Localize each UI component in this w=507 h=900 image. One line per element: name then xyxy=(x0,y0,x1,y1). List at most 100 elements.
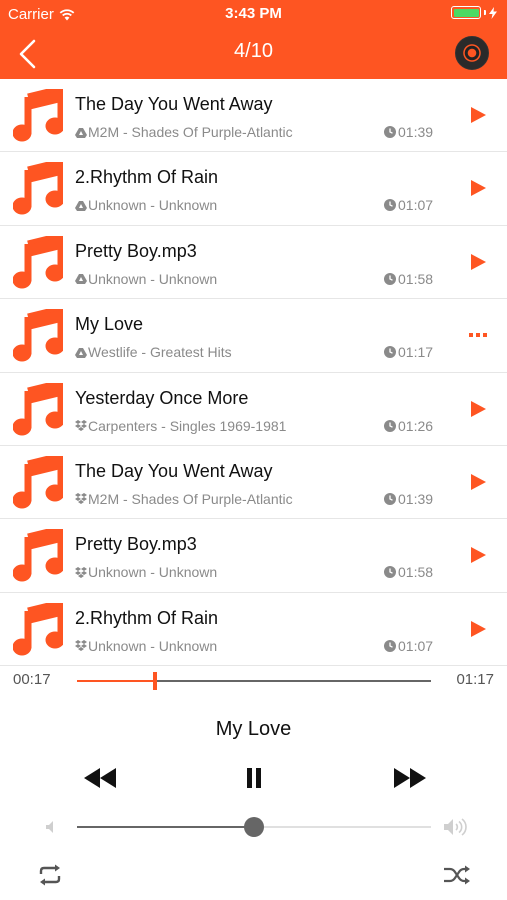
clock-icon xyxy=(384,639,396,652)
page-title: 4/10 xyxy=(234,40,273,62)
song-subtitle: M2M - Shades Of Purple-Atlantic xyxy=(75,124,293,140)
repeat-icon[interactable] xyxy=(37,864,63,886)
dropbox-icon xyxy=(75,566,87,578)
volume-fill xyxy=(77,826,254,828)
song-subtitle: Westlife - Greatest Hits xyxy=(75,344,232,360)
song-row[interactable]: 2.Rhythm Of Rain Unknown - Unknown 01:07 xyxy=(0,593,507,667)
music-note-icon xyxy=(13,382,63,436)
song-artist-album: M2M - Shades Of Purple-Atlantic xyxy=(88,124,293,140)
progress-fill xyxy=(77,680,155,682)
song-title: Pretty Boy.mp3 xyxy=(75,534,197,555)
total-time: 01:17 xyxy=(456,671,494,688)
next-icon[interactable] xyxy=(394,768,426,788)
status-time: 3:43 PM xyxy=(225,5,282,22)
status-bar: Carrier 3:43 PM xyxy=(0,0,507,28)
duration-text: 01:58 xyxy=(398,564,434,581)
dropbox-icon xyxy=(75,640,87,652)
play-icon[interactable] xyxy=(470,400,486,417)
duration-text: 01:39 xyxy=(398,490,434,507)
dropbox-icon xyxy=(75,420,87,432)
progress-track[interactable] xyxy=(77,672,431,690)
music-note-icon xyxy=(13,162,63,215)
song-subtitle: Unknown - Unknown xyxy=(75,564,217,580)
song-row[interactable]: My Love Westlife - Greatest Hits 01:17 xyxy=(0,299,507,373)
duration-text: 01:58 xyxy=(398,270,434,287)
song-artist-album: Westlife - Greatest Hits xyxy=(88,344,232,361)
music-note-icon xyxy=(13,89,63,142)
current-time: 00:17 xyxy=(13,671,51,688)
song-artist-album: Unknown - Unknown xyxy=(88,197,218,214)
clock-icon xyxy=(384,419,396,432)
clock-icon xyxy=(384,492,396,505)
play-icon[interactable] xyxy=(470,253,486,270)
song-duration: 01:58 xyxy=(384,564,433,580)
song-row[interactable]: Yesterday Once More Carpenters - Singles… xyxy=(0,373,507,446)
dropbox-icon xyxy=(75,493,87,505)
song-title: Yesterday Once More xyxy=(75,387,249,408)
song-duration: 01:39 xyxy=(384,491,433,507)
duration-text: 01:39 xyxy=(398,124,434,140)
volume-high-icon xyxy=(444,818,467,836)
song-title: 2.Rhythm Of Rain xyxy=(75,167,219,188)
cloud-drive-icon xyxy=(75,347,87,358)
play-icon[interactable] xyxy=(470,620,486,637)
song-list: The Day You Went Away M2M - Shades Of Pu… xyxy=(0,79,507,667)
shuffle-icon[interactable] xyxy=(443,864,471,886)
song-duration: 01:07 xyxy=(384,638,433,654)
song-artist-album: Unknown - Unknown xyxy=(88,270,218,287)
header: Carrier 3:43 PM 4/10 xyxy=(0,0,507,79)
volume-thumb[interactable] xyxy=(244,817,264,837)
nav-bar: 4/10 xyxy=(0,28,507,79)
previous-icon[interactable] xyxy=(84,768,116,788)
music-note-icon xyxy=(13,235,63,289)
song-duration: 01:17 xyxy=(384,344,433,360)
song-artist-album: Unknown - Unknown xyxy=(88,564,218,581)
cloud-drive-icon xyxy=(75,274,87,285)
play-icon[interactable] xyxy=(470,547,486,564)
song-subtitle: M2M - Shades Of Purple-Atlantic xyxy=(75,491,293,507)
music-note-icon xyxy=(13,529,63,582)
clock-icon xyxy=(384,272,396,285)
vinyl-disc-icon[interactable] xyxy=(455,36,489,70)
volume-low-icon xyxy=(46,821,53,833)
play-icon[interactable] xyxy=(470,180,486,197)
music-note-icon xyxy=(13,455,63,509)
song-duration: 01:07 xyxy=(384,197,433,213)
song-title: The Day You Went Away xyxy=(75,460,273,481)
play-icon[interactable] xyxy=(470,107,486,123)
cloud-drive-icon xyxy=(75,127,87,138)
charging-icon xyxy=(489,6,497,19)
song-row[interactable]: Pretty Boy.mp3 Unknown - Unknown 01:58 xyxy=(0,226,507,300)
song-row[interactable]: 2.Rhythm Of Rain Unknown - Unknown 01:07 xyxy=(0,152,507,226)
duration-text: 01:17 xyxy=(398,344,434,361)
music-note-icon xyxy=(13,602,63,656)
battery-icon xyxy=(451,6,497,19)
pause-icon[interactable] xyxy=(244,766,264,790)
playing-indicator-icon[interactable] xyxy=(469,333,487,338)
song-subtitle: Unknown - Unknown xyxy=(75,197,217,213)
now-playing-title: My Love xyxy=(215,718,292,740)
song-artist-album: Unknown - Unknown xyxy=(88,637,218,654)
song-artist-album: M2M - Shades Of Purple-Atlantic xyxy=(88,490,293,507)
play-icon[interactable] xyxy=(470,473,486,490)
song-row[interactable]: The Day You Went Away M2M - Shades Of Pu… xyxy=(0,446,507,520)
clock-icon xyxy=(384,199,396,212)
song-subtitle: Carpenters - Singles 1969-1981 xyxy=(75,418,286,434)
song-title: The Day You Went Away xyxy=(75,94,273,114)
song-row[interactable]: Pretty Boy.mp3 Unknown - Unknown 01:58 xyxy=(0,519,507,593)
clock-icon xyxy=(384,346,396,359)
song-row[interactable]: The Day You Went Away M2M - Shades Of Pu… xyxy=(0,79,507,153)
song-artist-album: Carpenters - Singles 1969-1981 xyxy=(88,417,287,434)
progress-bar: 00:17 01:17 xyxy=(0,666,507,696)
song-duration: 01:58 xyxy=(384,271,433,287)
volume-track[interactable] xyxy=(77,817,431,837)
song-title: My Love xyxy=(75,314,144,335)
progress-thumb[interactable] xyxy=(152,672,157,690)
song-title: Pretty Boy.mp3 xyxy=(75,240,197,261)
duration-text: 01:26 xyxy=(398,417,434,434)
duration-text: 01:07 xyxy=(398,197,434,214)
volume-slider xyxy=(0,812,507,842)
song-duration: 01:26 xyxy=(384,418,433,434)
song-subtitle: Unknown - Unknown xyxy=(75,271,217,287)
clock-icon xyxy=(384,566,396,579)
